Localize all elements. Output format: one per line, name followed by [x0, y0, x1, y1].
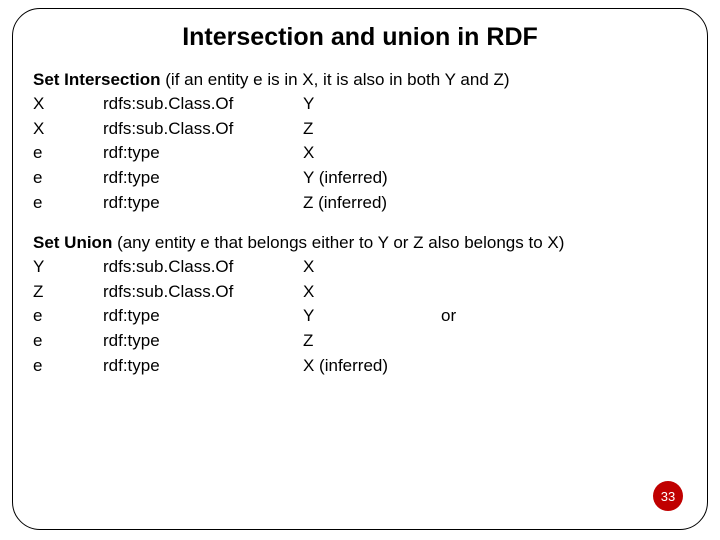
predicate: rdf:type	[103, 304, 303, 329]
slide-title: Intersection and union in RDF	[33, 23, 687, 52]
predicate: rdf:type	[103, 166, 303, 191]
triple-row: X rdfs:sub.Class.Of Y	[33, 92, 687, 117]
subject: Z	[33, 280, 103, 305]
triple-row: X rdfs:sub.Class.Of Z	[33, 117, 687, 142]
subject: e	[33, 329, 103, 354]
object: X	[303, 141, 423, 166]
subject: e	[33, 191, 103, 216]
triple-row: e rdf:type X	[33, 141, 687, 166]
predicate: rdf:type	[103, 354, 303, 379]
triple-row: Y rdfs:sub.Class.Of X	[33, 255, 687, 280]
page-number-badge: 33	[653, 481, 683, 511]
object: Z (inferred)	[303, 191, 423, 216]
subject: e	[33, 304, 103, 329]
object: Y	[303, 92, 423, 117]
extra: or	[423, 304, 456, 329]
slide-frame: Intersection and union in RDF Set Inters…	[12, 8, 708, 530]
subject: X	[33, 117, 103, 142]
object: Z	[303, 329, 423, 354]
intersection-heading-bold: Set Intersection	[33, 70, 161, 89]
union-heading: Set Union (any entity e that belongs eit…	[33, 233, 687, 253]
triple-row: e rdf:type Z (inferred)	[33, 191, 687, 216]
predicate: rdfs:sub.Class.Of	[103, 255, 303, 280]
extra	[423, 329, 441, 354]
subject: X	[33, 92, 103, 117]
predicate: rdfs:sub.Class.Of	[103, 92, 303, 117]
union-heading-rest: (any entity e that belongs either to Y o…	[112, 233, 564, 252]
subject: e	[33, 141, 103, 166]
extra	[423, 280, 441, 305]
triple-row: e rdf:type Y or	[33, 304, 687, 329]
union-heading-bold: Set Union	[33, 233, 112, 252]
extra	[423, 255, 441, 280]
intersection-heading: Set Intersection (if an entity e is in X…	[33, 70, 687, 90]
object: Y (inferred)	[303, 166, 423, 191]
subject: Y	[33, 255, 103, 280]
object: X	[303, 280, 423, 305]
extra	[423, 92, 441, 117]
extra	[423, 166, 441, 191]
union-triples: Y rdfs:sub.Class.Of X Z rdfs:sub.Class.O…	[33, 255, 687, 378]
extra	[423, 141, 441, 166]
triple-row: Z rdfs:sub.Class.Of X	[33, 280, 687, 305]
object: Z	[303, 117, 423, 142]
subject: e	[33, 166, 103, 191]
predicate: rdfs:sub.Class.Of	[103, 280, 303, 305]
subject: e	[33, 354, 103, 379]
extra	[423, 117, 441, 142]
predicate: rdf:type	[103, 329, 303, 354]
extra	[423, 354, 441, 379]
intersection-heading-rest: (if an entity e is in X, it is also in b…	[161, 70, 510, 89]
object: Y	[303, 304, 423, 329]
triple-row: e rdf:type Z	[33, 329, 687, 354]
predicate: rdf:type	[103, 191, 303, 216]
triple-row: e rdf:type X (inferred)	[33, 354, 687, 379]
intersection-triples: X rdfs:sub.Class.Of Y X rdfs:sub.Class.O…	[33, 92, 687, 215]
predicate: rdfs:sub.Class.Of	[103, 117, 303, 142]
triple-row: e rdf:type Y (inferred)	[33, 166, 687, 191]
object: X	[303, 255, 423, 280]
predicate: rdf:type	[103, 141, 303, 166]
object: X (inferred)	[303, 354, 423, 379]
extra	[423, 191, 441, 216]
